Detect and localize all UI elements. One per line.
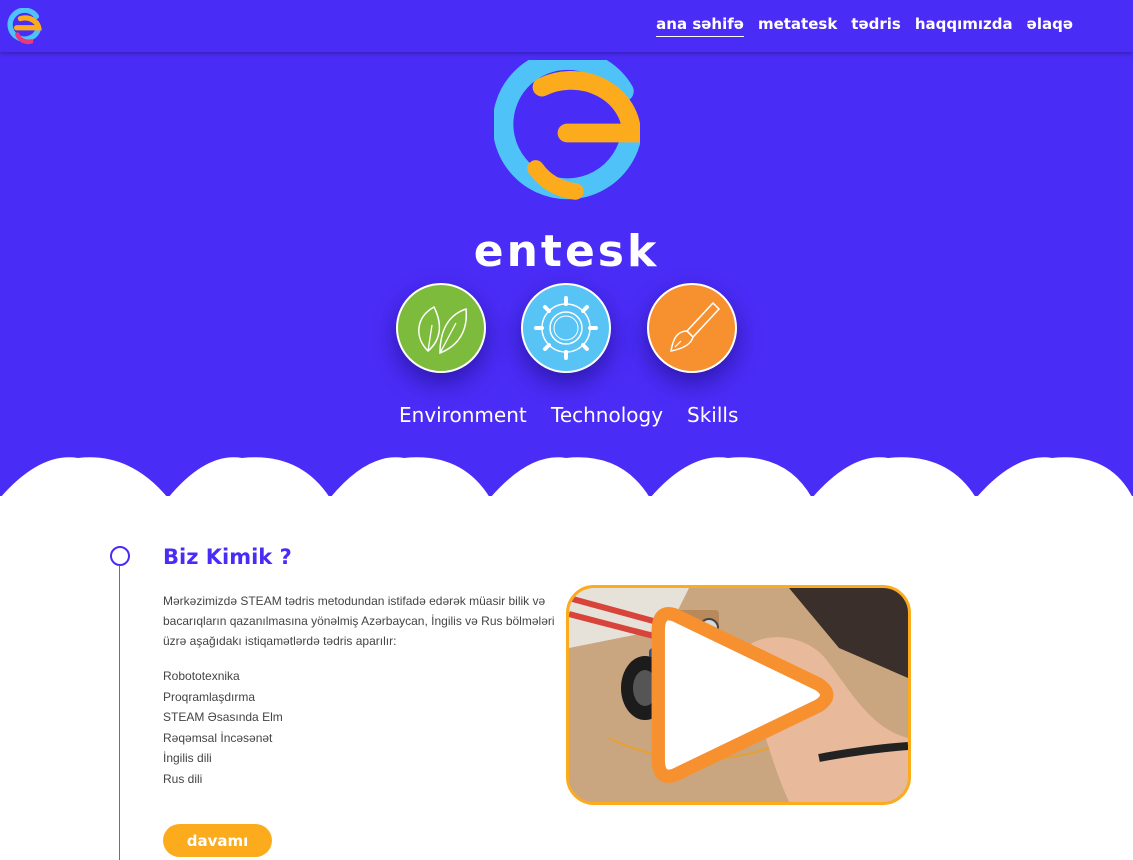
nav-about[interactable]: haqqımızda (915, 15, 1013, 37)
wave-divider (0, 457, 1133, 498)
nav-metatesk[interactable]: metatesk (758, 15, 837, 37)
list-item: Proqramlaşdırma (163, 689, 256, 704)
pillar-skills-label: Skills (687, 403, 739, 427)
list-item: Rəqəmsal İncəsənət (163, 730, 273, 745)
entesk-logo-large (494, 60, 640, 200)
directions-list: Robototexnika Proqramlaşdırma STEAM Əsas… (163, 666, 283, 790)
pillar-technology-label: Technology (551, 403, 664, 427)
play-icon[interactable] (569, 588, 908, 802)
list-item: İngilis dili (163, 751, 212, 766)
paintbrush-icon (670, 301, 721, 352)
video-player[interactable] (566, 585, 911, 805)
pillar-environment-label: Environment (399, 403, 527, 427)
nav-contact[interactable]: əlaqə (1027, 15, 1073, 37)
more-button[interactable]: davamı (163, 824, 272, 857)
page: ana səhifə metatesk tədris haqqımızda əl… (0, 0, 1133, 860)
technology-circle[interactable] (521, 283, 611, 373)
about-description: Mərkəzimizdə STEAM tədris metodundan ist… (163, 594, 555, 648)
about-title: Biz Kimik ? (163, 545, 292, 569)
brand-wordmark: entesk (473, 226, 660, 277)
timeline-line (119, 566, 120, 860)
main-menu: ana səhifə metatesk tədris haqqımızda əl… (656, 15, 1073, 37)
list-item: STEAM Əsasında Elm (163, 710, 283, 725)
hero-section: entesk Environment Technology Skills (0, 52, 1133, 498)
environment-circle[interactable] (396, 283, 486, 373)
skills-circle[interactable] (647, 283, 737, 373)
list-item: Rus dili (163, 771, 203, 786)
gear-icon (534, 296, 598, 360)
nav-education[interactable]: tədris (851, 15, 901, 37)
leaf-icon (418, 305, 468, 355)
list-item: Robototexnika (163, 669, 240, 683)
top-navbar: ana səhifə metatesk tədris haqqımızda əl… (0, 0, 1133, 52)
nav-home[interactable]: ana səhifə (656, 15, 744, 37)
entesk-logo-small[interactable] (6, 8, 44, 46)
timeline-dot (110, 546, 130, 566)
